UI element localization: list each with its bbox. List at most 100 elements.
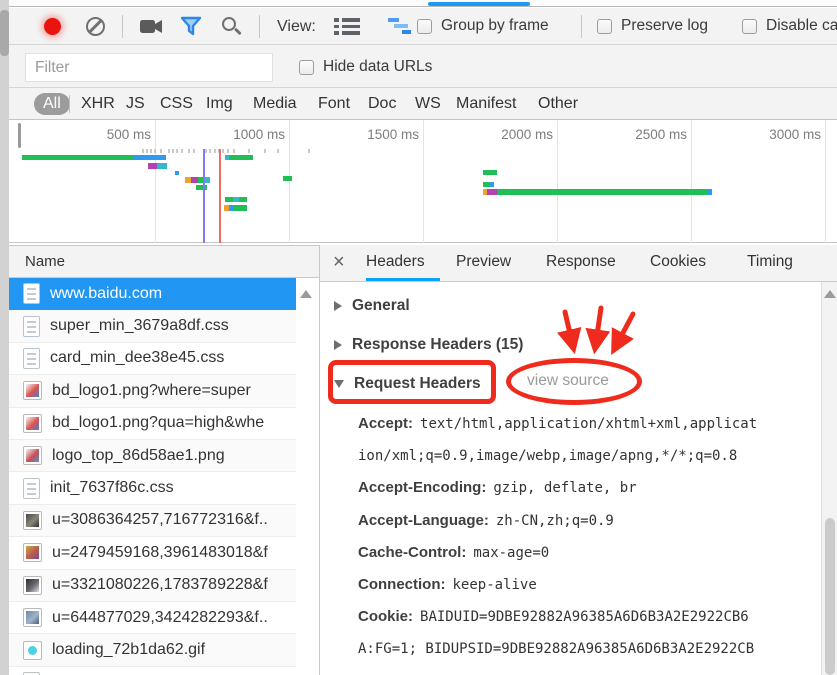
request-row[interactable]: init_7637f86c.css [9, 472, 296, 504]
page-scrollbar[interactable] [0, 0, 9, 675]
filter-tab-font[interactable]: Font [318, 93, 350, 115]
hide-data-urls-checkbox[interactable]: Hide data URLs [299, 58, 432, 76]
image-thumbnail-icon [23, 381, 42, 400]
waterfall-bar [196, 185, 207, 190]
tab-headers[interactable]: Headers [366, 253, 425, 271]
filter-tab-media[interactable]: Media [253, 93, 297, 115]
image-thumbnail-icon [23, 641, 42, 660]
request-list-scrollbar[interactable] [296, 278, 319, 675]
preserve-log-label: Preserve log [621, 17, 708, 35]
tab-preview[interactable]: Preview [456, 253, 511, 271]
checkbox-icon[interactable] [299, 60, 314, 75]
timeline-tick-label: 3000 ms [741, 127, 821, 142]
checkbox-icon[interactable] [742, 19, 757, 34]
scroll-up-icon[interactable] [300, 290, 312, 298]
disable-cache-checkbox[interactable]: Disable ca [742, 17, 837, 35]
filter-tab-all[interactable]: All [34, 93, 70, 115]
header-line: ion/xml;q=0.9,image/webp,image/apng,*/*;… [358, 444, 737, 468]
timeline-tick-mark [176, 149, 178, 153]
timeline-overview[interactable]: 500 ms1000 ms1500 ms2000 ms2500 ms3000 m… [9, 120, 837, 243]
filter-tab-ws[interactable]: WS [415, 93, 441, 115]
section-general[interactable]: General [334, 294, 410, 318]
timeline-tick-mark [205, 149, 207, 153]
request-row[interactable]: card_min_dee38e45.css [9, 343, 296, 375]
view-label: View: [277, 18, 316, 36]
toolbar-divider [259, 15, 260, 38]
tab-response[interactable]: Response [546, 253, 616, 271]
record-icon[interactable] [44, 18, 61, 35]
waterfall-bar [283, 176, 292, 181]
tab-cookies[interactable]: Cookies [650, 253, 706, 271]
filter-tab-js[interactable]: JS [126, 93, 145, 115]
request-row[interactable] [9, 667, 296, 675]
tab-timing[interactable]: Timing [747, 253, 793, 271]
request-row[interactable]: u=644877029,3424282293&f.. [9, 602, 296, 634]
waterfall-bar [239, 197, 247, 202]
request-row[interactable]: bd_logo1.png?where=super [9, 375, 296, 407]
waterfall-bar [148, 163, 157, 169]
waterfall-bar [487, 189, 497, 195]
clear-icon[interactable] [86, 17, 105, 36]
timeline-tick-mark [160, 149, 162, 153]
timeline-tick-mark [150, 149, 152, 153]
header-key: Connection: [358, 576, 453, 593]
header-line: Accept:text/html,application/xhtml+xml,a… [358, 412, 757, 436]
section-response-headers-[interactable]: Response Headers (15) [334, 333, 523, 357]
hide-data-urls-label: Hide data URLs [323, 58, 432, 76]
request-row[interactable]: logo_top_86d58ae1.png [9, 440, 296, 472]
request-list: www.baidu.comsuper_min_3679a8df.csscard_… [9, 278, 296, 675]
image-thumbnail-icon [23, 511, 42, 530]
preserve-log-checkbox[interactable]: Preserve log [597, 17, 708, 35]
headers-scrollbar[interactable] [821, 282, 837, 675]
filter-funnel-icon[interactable] [180, 16, 202, 36]
waterfall-bar [483, 170, 497, 175]
toolbar-divider [122, 15, 123, 38]
view-list-icon[interactable] [334, 18, 360, 35]
timeline-gridline [825, 120, 826, 243]
header-line: A:FG=1; BIDUPSID=9DBE92882A96385A6D6B3A2… [358, 637, 754, 661]
request-row[interactable]: bd_logo1.png?qua=high&whe [9, 408, 296, 440]
timeline-tick-mark [233, 149, 235, 153]
filter-tab-css[interactable]: CSS [160, 93, 193, 115]
page-scrollbar-thumb[interactable] [0, 10, 9, 56]
filter-tab-doc[interactable]: Doc [368, 93, 396, 115]
view-waterfall-icon[interactable] [387, 18, 414, 34]
timeline-tick-mark [142, 149, 144, 153]
annotation-arrows [543, 300, 653, 362]
request-row[interactable]: www.baidu.com [9, 278, 296, 310]
detail-tab-bar: × Headers Preview Response Cookies Timing [320, 245, 837, 282]
timeline-tick-mark [308, 149, 310, 153]
search-icon[interactable] [222, 17, 236, 31]
request-row[interactable]: loading_72b1da62.gif [9, 634, 296, 666]
timeline-tick-label: 2000 ms [473, 127, 553, 142]
request-row[interactable]: u=3321080226,1783789228&f [9, 570, 296, 602]
timeline-grip[interactable] [18, 123, 21, 148]
request-row[interactable]: u=3086364257,716772316&f.. [9, 505, 296, 537]
request-name: logo_top_86d58ae1.png [52, 447, 225, 465]
request-row[interactable]: u=2479459168,3961483018&f [9, 537, 296, 569]
timeline-tick-label: 1000 ms [205, 127, 285, 142]
timeline-tick-mark [227, 149, 229, 153]
request-row[interactable]: super_min_3679a8df.css [9, 310, 296, 342]
scroll-up-icon[interactable] [824, 290, 836, 298]
headers-scrollbar-thumb[interactable] [825, 518, 835, 675]
filter-tab-xhr[interactable]: XHR [81, 93, 115, 115]
screenshot-camera-icon[interactable] [140, 19, 163, 34]
filter-input[interactable] [25, 53, 273, 82]
document-icon [23, 478, 40, 499]
page-progress-bar [428, 2, 530, 6]
event-line-load [219, 149, 221, 243]
name-column-header[interactable]: Name [9, 245, 319, 278]
close-icon[interactable]: × [333, 251, 345, 274]
header-key: Accept-Language: [358, 512, 496, 529]
timeline-tick-mark [222, 149, 224, 153]
checkbox-icon[interactable] [417, 19, 432, 34]
timeline-tick-mark [214, 149, 216, 153]
filter-tab-img[interactable]: Img [206, 93, 233, 115]
group-by-frame-checkbox[interactable]: Group by frame [417, 17, 549, 35]
filter-tab-other[interactable]: Other [538, 93, 578, 115]
header-key: Accept-Encoding: [358, 479, 493, 496]
request-name: u=3086364257,716772316&f.. [52, 511, 268, 529]
checkbox-icon[interactable] [597, 19, 612, 34]
filter-tab-manifest[interactable]: Manifest [456, 93, 516, 115]
